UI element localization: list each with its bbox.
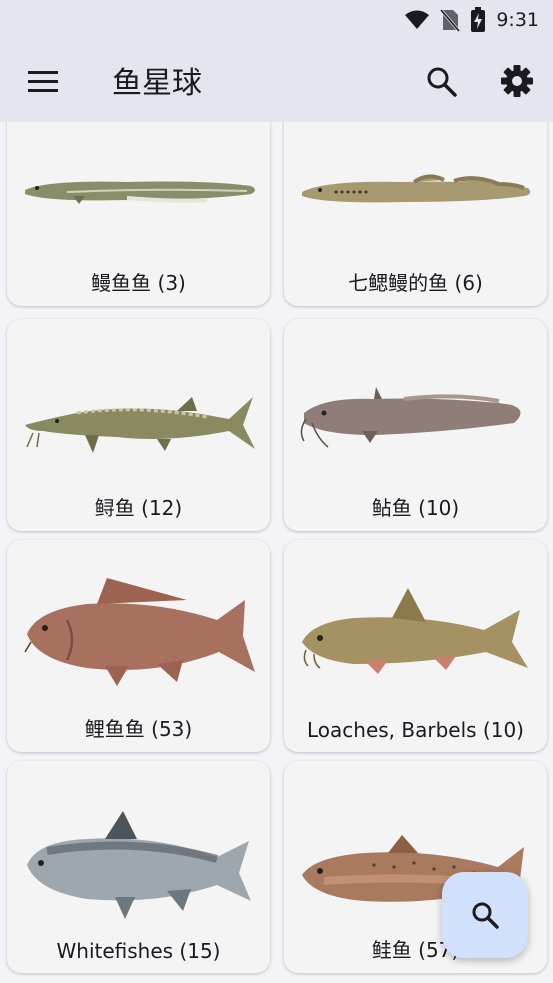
wifi-icon xyxy=(405,10,430,29)
sturgeon-fish-image xyxy=(25,397,255,453)
whitefish-fish-image xyxy=(27,811,251,919)
search-button[interactable] xyxy=(422,62,462,102)
category-grid: 鳗鱼鱼 (3) 七鳃鳗的鱼 (6) 鲟鱼 (12) 鲇鱼 (10) 鲤鱼鱼 (5… xyxy=(0,122,553,983)
settings-button[interactable] xyxy=(496,60,538,102)
status-icons: 9:31 xyxy=(404,7,539,33)
gear-icon xyxy=(501,65,533,97)
category-card-whitefishes[interactable]: Whitefishes (15) xyxy=(7,761,270,973)
catfish-fish-image xyxy=(300,387,521,448)
category-card-catfishes[interactable]: 鲇鱼 (10) xyxy=(284,319,547,531)
search-icon xyxy=(427,67,457,97)
battery-charging-icon xyxy=(471,7,486,32)
category-card-lampreys[interactable]: 七鳃鳗的鱼 (6) xyxy=(284,122,547,306)
lamprey-fish-image xyxy=(302,174,531,203)
category-label: 鲇鱼 (10) xyxy=(371,496,460,520)
category-label: 鲟鱼 (12) xyxy=(94,496,183,520)
category-card-carps[interactable]: 鲤鱼鱼 (53) xyxy=(7,540,270,752)
no-sim-icon xyxy=(440,9,461,32)
category-card-eels[interactable]: 鳗鱼鱼 (3) xyxy=(7,122,270,306)
menu-button[interactable] xyxy=(22,62,62,102)
status-bar: 9:31 xyxy=(0,0,553,40)
category-label: Whitefishes (15) xyxy=(56,939,221,963)
category-label: 七鳃鳗的鱼 (6) xyxy=(348,271,483,295)
category-label: 鲤鱼鱼 (53) xyxy=(84,717,193,741)
status-time: 9:31 xyxy=(496,9,539,31)
search-fab[interactable] xyxy=(442,872,528,958)
app-bar: 鱼星球 xyxy=(0,40,553,122)
search-icon xyxy=(472,902,499,929)
barbel-fish-image xyxy=(302,588,528,674)
category-card-sturgeons[interactable]: 鲟鱼 (12) xyxy=(7,319,270,531)
page-title: 鱼星球 xyxy=(112,66,202,101)
category-label: Loaches, Barbels (10) xyxy=(307,718,524,742)
menu-icon xyxy=(28,71,58,92)
eel-fish-image xyxy=(25,181,255,204)
carp-fish-image xyxy=(24,578,255,686)
category-card-loaches-barbels[interactable]: Loaches, Barbels (10) xyxy=(284,540,547,752)
category-label: 鳗鱼鱼 (3) xyxy=(91,271,186,295)
